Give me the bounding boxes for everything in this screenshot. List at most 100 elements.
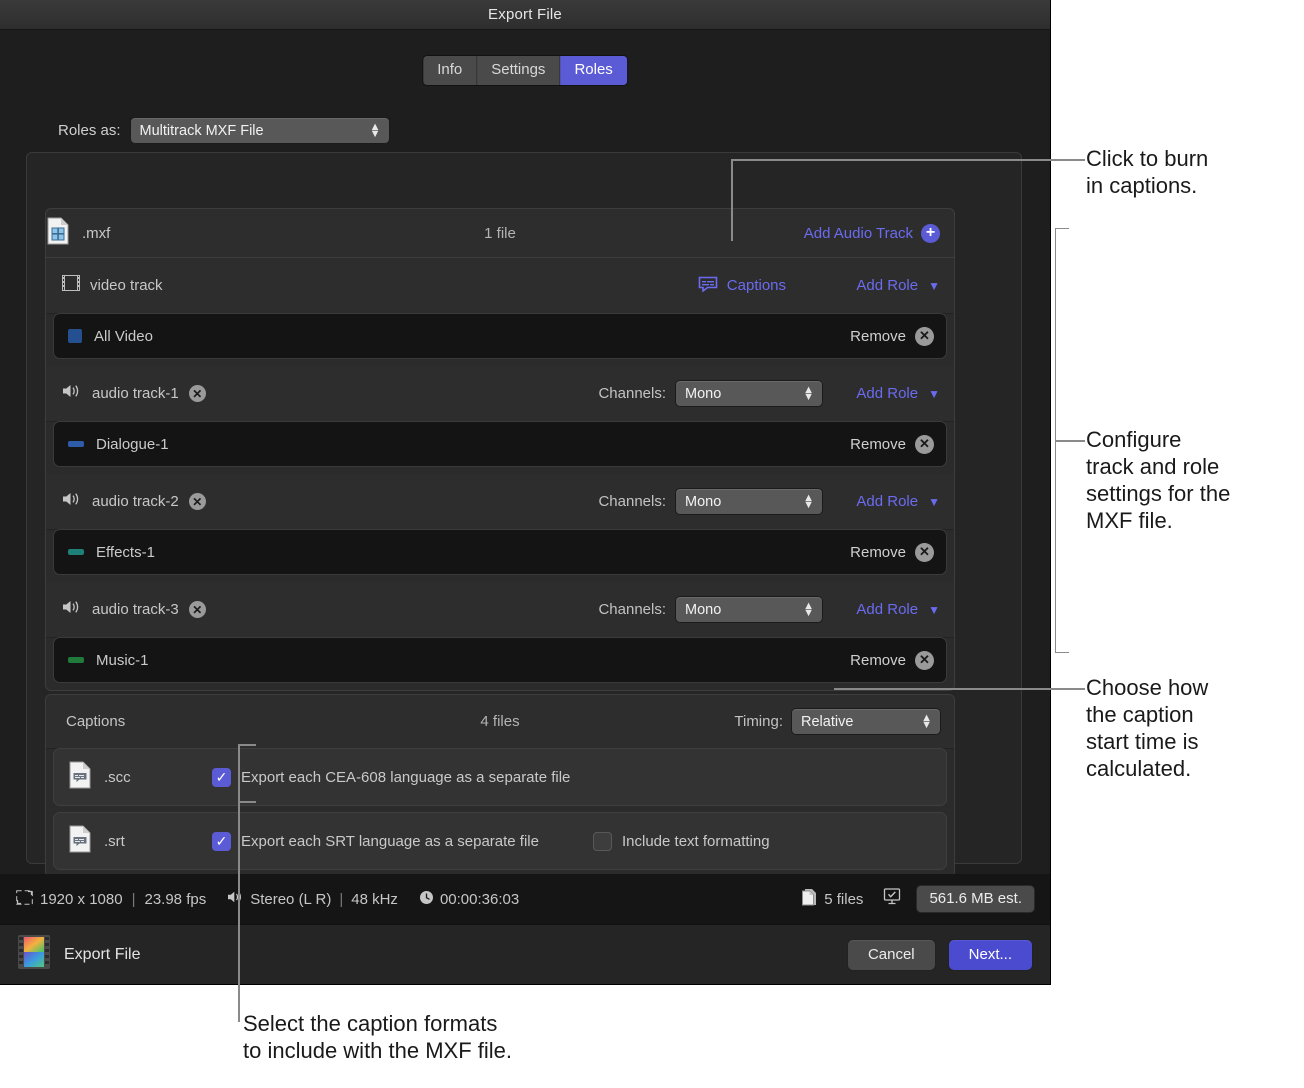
caption-row-scc: .scc ✓ Export each CEA-608 language as a… [54, 749, 946, 805]
captions-section: Captions 4 files Timing: Relative ▲▼ [45, 694, 955, 878]
role-name: Dialogue-1 [96, 436, 169, 453]
film-icon [62, 275, 80, 296]
track-name-audio-1: audio track-1 [92, 385, 179, 402]
captions-header: Captions 4 files Timing: Relative ▲▼ [46, 695, 954, 749]
timing-select[interactable]: Relative ▲▼ [792, 709, 940, 734]
documents-icon [801, 888, 818, 910]
audio-speaker-icon [227, 890, 244, 908]
tab-roles[interactable]: Roles [560, 56, 626, 85]
tab-info[interactable]: Info [423, 56, 477, 85]
callout-leader-configure [1055, 440, 1085, 442]
role-row-all-video[interactable]: All Video Remove ✕ [54, 314, 946, 358]
remove-role-button[interactable]: Remove ✕ [850, 327, 934, 346]
dialog-title: Export File [488, 6, 562, 23]
remove-role-button[interactable]: Remove ✕ [850, 543, 934, 562]
caption-row-srt: .srt ✓ Export each SRT language as a sep… [54, 813, 946, 869]
role-row-dialogue-1[interactable]: Dialogue-1 Remove ✕ [54, 422, 946, 466]
scc-separate-file-label: Export each CEA-608 language as a separa… [241, 769, 570, 786]
chevron-down-icon: ▼ [928, 387, 940, 401]
add-role-button-audio-2[interactable]: Add Role ▼ [822, 493, 940, 510]
roles-as-row: Roles as: Multitrack MXF File ▲▼ [58, 118, 389, 143]
speaker-icon [62, 383, 82, 404]
tab-bar: Info Settings Roles [423, 56, 627, 85]
captions-link-label: Captions [727, 277, 786, 294]
remove-role-button[interactable]: Remove ✕ [850, 651, 934, 670]
status-resolution: 1920 x 1080 [40, 891, 123, 908]
timing-label: Timing: [734, 713, 783, 730]
mxf-file-icon [46, 217, 70, 250]
track-row-audio-3[interactable]: audio track-3 ✕ Channels: Mono ▲▼ Add Ro… [46, 582, 954, 638]
channels-label-1: Channels: [598, 385, 666, 402]
caption-extension-scc: .scc [104, 769, 212, 786]
remove-label: Remove [850, 652, 906, 669]
add-audio-track-button[interactable]: Add Audio Track + [804, 224, 940, 243]
burn-in-captions-button[interactable]: Captions [698, 276, 786, 296]
role-color-swatch [68, 441, 84, 447]
status-divider: | [337, 891, 345, 908]
chevron-down-icon: ▼ [928, 279, 940, 293]
callout-leader-burn-horiz [731, 159, 1061, 161]
clock-icon [419, 890, 434, 909]
remove-track-icon[interactable]: ✕ [189, 385, 206, 402]
cancel-button[interactable]: Cancel [848, 940, 935, 970]
roles-as-value: Multitrack MXF File [140, 123, 264, 139]
tab-settings[interactable]: Settings [477, 56, 560, 85]
dialog-body: Info Settings Roles Roles as: Multitrack… [0, 30, 1050, 924]
scc-separate-file-checkbox[interactable]: ✓ Export each CEA-608 language as a sepa… [212, 768, 570, 787]
channels-select-1[interactable]: Mono ▲▼ [676, 381, 822, 406]
screenshot-root: Export File Info Settings Roles Roles as… [0, 0, 1304, 1088]
close-icon: ✕ [915, 435, 934, 454]
track-row-audio-2[interactable]: audio track-2 ✕ Channels: Mono ▲▼ Add Ro… [46, 474, 954, 530]
channels-value-2: Mono [685, 494, 721, 510]
remove-role-button[interactable]: Remove ✕ [850, 435, 934, 454]
track-row-video[interactable]: video track Captions Add Role [46, 258, 954, 314]
status-frame-rate: 23.98 fps [144, 891, 206, 908]
status-size-estimate: 561.6 MB est. [917, 886, 1034, 912]
status-audio-layout: Stereo (L R) [250, 891, 331, 908]
files-status-group: 5 files [801, 888, 863, 910]
scc-file-icon [68, 761, 92, 794]
add-role-button-audio-3[interactable]: Add Role ▼ [822, 601, 940, 618]
roles-as-label: Roles as: [58, 122, 121, 139]
remove-track-icon[interactable]: ✕ [189, 493, 206, 510]
role-row-music-1[interactable]: Music-1 Remove ✕ [54, 638, 946, 682]
export-file-dialog: Export File Info Settings Roles Roles as… [0, 0, 1050, 984]
captions-title: Captions [66, 713, 125, 730]
add-role-label: Add Role [856, 385, 918, 402]
role-color-swatch [68, 549, 84, 555]
channels-select-2[interactable]: Mono ▲▼ [676, 489, 822, 514]
include-text-formatting-label: Include text formatting [622, 833, 770, 850]
add-role-label: Add Role [856, 601, 918, 618]
remove-label: Remove [850, 436, 906, 453]
output-file-extension: .mxf [82, 225, 110, 242]
roles-as-select[interactable]: Multitrack MXF File ▲▼ [131, 118, 389, 143]
include-text-formatting-checkbox[interactable]: ✓ Include text formatting [593, 832, 770, 851]
srt-separate-file-checkbox[interactable]: ✓ Export each SRT language as a separate… [212, 832, 539, 851]
chevron-down-icon: ▼ [928, 495, 940, 509]
audio-status-group: Stereo (L R) | 48 kHz [227, 890, 398, 908]
role-name: Music-1 [96, 652, 149, 669]
captions-icon [698, 276, 718, 296]
role-color-swatch [68, 657, 84, 663]
callout-leader-formats-vert [238, 744, 240, 1022]
monitor-check-icon [882, 888, 902, 910]
speaker-icon [62, 491, 82, 512]
final-cut-pro-icon [18, 935, 50, 974]
footer-title: Export File [64, 946, 140, 964]
callout-caption-timing: Choose how the caption start time is cal… [1086, 674, 1286, 782]
track-row-audio-1[interactable]: audio track-1 ✕ Channels: Mono ▲▼ Add Ro… [46, 366, 954, 422]
timing-control: Timing: Relative ▲▼ [734, 709, 940, 734]
channels-select-3[interactable]: Mono ▲▼ [676, 597, 822, 622]
speaker-icon [62, 599, 82, 620]
callout-leader-timing [834, 688, 1085, 690]
add-role-button-audio-1[interactable]: Add Role ▼ [822, 385, 940, 402]
remove-label: Remove [850, 544, 906, 561]
add-role-button-video[interactable]: Add Role ▼ [822, 277, 940, 294]
channels-value-3: Mono [685, 602, 721, 618]
track-name-audio-3: audio track-3 [92, 601, 179, 618]
remove-track-icon[interactable]: ✕ [189, 601, 206, 618]
callout-caption-formats: Select the caption formats to include wi… [243, 1010, 663, 1064]
role-row-effects-1[interactable]: Effects-1 Remove ✕ [54, 530, 946, 574]
role-name: All Video [94, 328, 153, 345]
next-button[interactable]: Next... [949, 940, 1032, 970]
